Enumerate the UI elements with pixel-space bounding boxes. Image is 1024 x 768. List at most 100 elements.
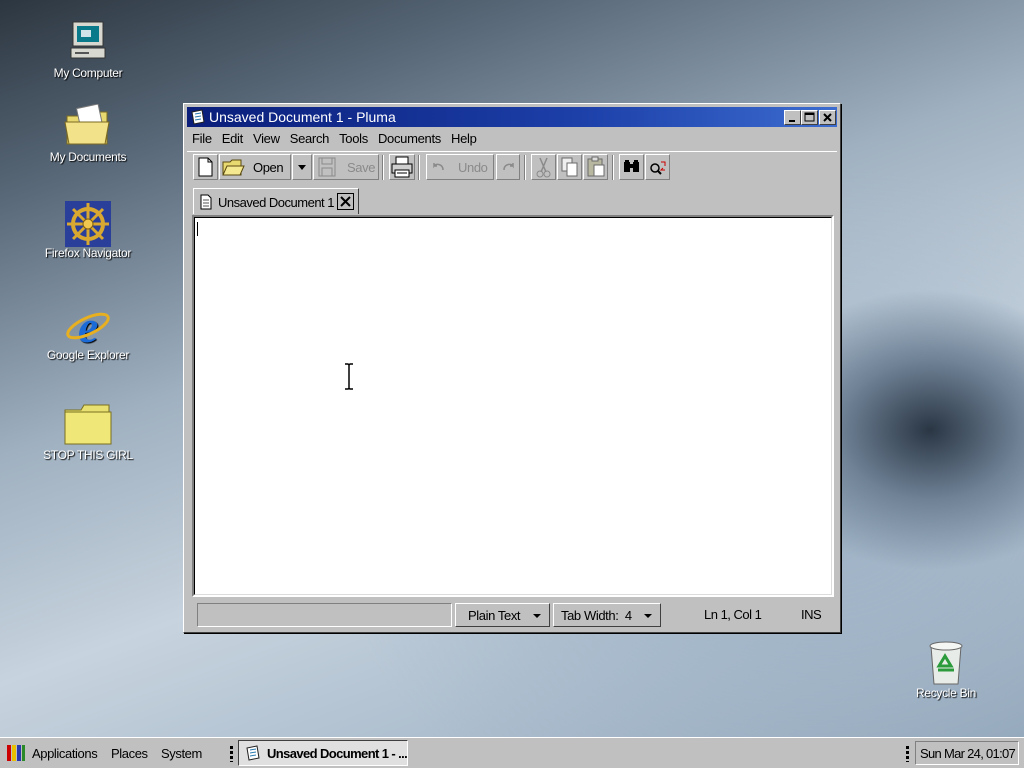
applications-menu[interactable]: Applications (32, 746, 98, 761)
maximize-icon (804, 112, 815, 122)
ship-wheel-icon (63, 200, 113, 247)
document-icon (200, 194, 212, 210)
toolbar-separator (612, 155, 614, 180)
task-label: Unsaved Document 1 - ... (267, 746, 408, 761)
language-label: Plain Text (468, 608, 521, 623)
open-label: Open (253, 160, 284, 175)
ibeam-pointer-icon (345, 363, 353, 390)
documents-folder-icon (63, 104, 113, 148)
menubar: File Edit View Search Tools Documents Help (187, 129, 837, 149)
desktop-icon-firefox-navigator[interactable]: Firefox Navigator (38, 200, 138, 260)
menu-help[interactable]: Help (446, 129, 482, 146)
cursor-position: Ln 1, Col 1 (704, 607, 762, 622)
redo-button[interactable] (496, 154, 520, 180)
undo-button[interactable]: Undo (426, 154, 494, 180)
maximize-button[interactable] (801, 110, 818, 125)
menu-documents[interactable]: Documents (373, 129, 446, 146)
paste-icon (587, 156, 605, 177)
replace-button[interactable] (645, 154, 670, 180)
new-button[interactable] (193, 154, 218, 180)
print-button[interactable] (389, 154, 415, 180)
clock: Sun Mar 24, 01:07 (920, 746, 1016, 761)
chevron-down-icon (533, 614, 541, 618)
copy-button[interactable] (557, 154, 582, 180)
toolbar: Open Save Undo (187, 151, 837, 184)
tab-close-button[interactable] (337, 193, 354, 210)
chevron-down-icon (298, 165, 306, 170)
open-button[interactable]: Open (219, 154, 291, 180)
svg-text:e: e (78, 302, 98, 348)
close-button[interactable] (819, 110, 836, 125)
toolbar-separator (418, 155, 420, 180)
language-selector[interactable]: Plain Text (455, 603, 550, 627)
paste-button[interactable] (583, 154, 608, 180)
desktop-icon-label: STOP THIS GIRL (43, 448, 133, 462)
cut-button[interactable] (531, 154, 556, 180)
menu-tools[interactable]: Tools (334, 129, 373, 146)
app-icon (246, 745, 260, 761)
system-menu[interactable]: System (161, 746, 202, 761)
taskbar-handle[interactable] (230, 746, 233, 762)
toolbar-separator (524, 155, 526, 180)
status-message-area (197, 603, 452, 627)
undo-icon (433, 163, 444, 171)
desktop-icon-label: Recycle Bin (915, 686, 977, 700)
desktop-icon-recycle-bin[interactable]: Recycle Bin (896, 640, 996, 700)
find-button[interactable] (619, 154, 644, 180)
undo-label: Undo (458, 160, 488, 175)
pluma-window[interactable]: Unsaved Document 1 - Pluma File Edit View S… (183, 103, 841, 633)
desktop-icon-my-documents[interactable]: My Documents (38, 104, 138, 164)
tab-width-label: Tab Width: 4 (561, 608, 632, 623)
places-menu[interactable]: Places (111, 746, 148, 761)
menu-search[interactable]: Search (285, 129, 334, 146)
desktop-icon-label: Firefox Navigator (44, 246, 132, 260)
ie-icon: e (63, 302, 113, 348)
find-replace-icon (650, 161, 666, 175)
clock-area[interactable]: Sun Mar 24, 01:07 (915, 741, 1019, 765)
toolbar-separator (382, 155, 384, 180)
save-button[interactable]: Save (313, 154, 379, 180)
start-menu-icon (7, 745, 25, 761)
recycle-bin-icon (921, 640, 971, 685)
close-icon (823, 113, 832, 122)
app-icon (190, 109, 206, 125)
tab-width-selector[interactable]: Tab Width: 4 (553, 603, 661, 627)
computer-icon (63, 20, 113, 64)
taskbar-task-pluma[interactable]: Unsaved Document 1 - ... (238, 740, 408, 766)
taskbar: Applications Places System Unsaved Docum… (0, 737, 1024, 768)
desktop-icon-label: Google Explorer (46, 348, 130, 362)
menu-edit[interactable]: Edit (217, 129, 248, 146)
desktop-icon-label: My Computer (53, 66, 123, 80)
open-dropdown-button[interactable] (292, 154, 312, 180)
window-title: Unsaved Document 1 - Pluma (209, 109, 396, 125)
binoculars-icon (624, 160, 639, 172)
editor-content[interactable] (194, 217, 832, 595)
open-folder-icon (222, 159, 245, 176)
close-icon (340, 196, 351, 207)
menu-view[interactable]: View (248, 129, 285, 146)
tray-handle[interactable] (906, 746, 909, 762)
copy-icon (561, 157, 578, 177)
window-titlebar[interactable]: Unsaved Document 1 - Pluma (187, 107, 837, 127)
save-label: Save (347, 160, 376, 175)
tab-label: Unsaved Document 1 (218, 195, 335, 210)
insert-mode: INS (801, 607, 822, 622)
tab-unsaved-document-1[interactable]: Unsaved Document 1 (193, 188, 359, 214)
document-tabstrip: Unsaved Document 1 (187, 186, 837, 214)
printer-icon (391, 156, 413, 178)
save-icon (318, 157, 336, 177)
desktop-icon-google-explorer[interactable]: e Google Explorer (38, 302, 138, 362)
desktop-icon-label: My Documents (49, 150, 127, 164)
statusbar: Plain Text Tab Width: 4 Ln 1, Col 1 INS (187, 601, 837, 629)
menu-file[interactable]: File (187, 129, 217, 146)
folder-icon (63, 402, 113, 446)
scissors-icon (536, 157, 551, 178)
desktop-icon-my-computer[interactable]: My Computer (38, 20, 138, 80)
text-cursor (197, 222, 198, 236)
text-editor-area[interactable] (192, 215, 834, 597)
new-document-icon (198, 157, 213, 177)
redo-icon (503, 163, 514, 171)
desktop-icon-stop-this-girl[interactable]: STOP THIS GIRL (38, 402, 138, 462)
minimize-button[interactable] (784, 110, 801, 125)
minimize-icon (789, 120, 795, 122)
